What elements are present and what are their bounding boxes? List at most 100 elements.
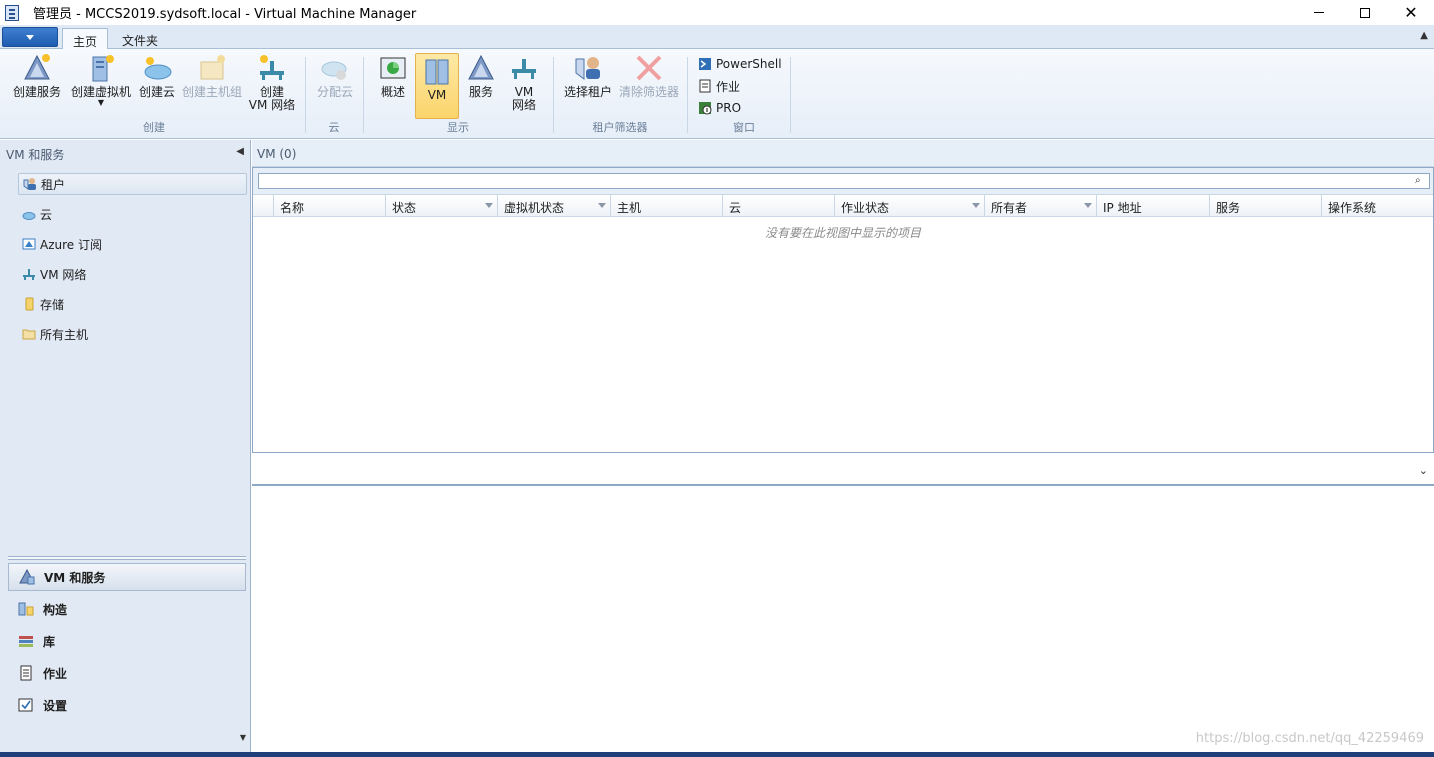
workspace-label: VM 和服务 bbox=[44, 570, 106, 585]
create-cloud-button[interactable]: 创建云 bbox=[136, 53, 178, 99]
create-vm-network-icon bbox=[256, 53, 288, 83]
application-menu-button[interactable] bbox=[2, 27, 58, 47]
create-service-icon bbox=[21, 53, 53, 83]
workspace-label: 设置 bbox=[43, 698, 68, 713]
ribbon-group-label: 云 bbox=[328, 121, 340, 134]
tree-item-all-hosts[interactable]: 所有主机 bbox=[18, 323, 247, 345]
column-label: 作业状态 bbox=[841, 201, 890, 215]
workspace-library[interactable]: 库 bbox=[8, 627, 246, 655]
chevron-down-icon bbox=[26, 34, 34, 40]
column-header-cloud[interactable]: 云 bbox=[723, 195, 835, 217]
vm-network-icon bbox=[508, 53, 540, 83]
assign-cloud-icon bbox=[319, 53, 351, 83]
vm-network-icon bbox=[22, 267, 36, 281]
ribbon-group-cloud: 分配云 云 bbox=[308, 51, 360, 137]
create-service-button[interactable]: 创建服务 bbox=[8, 53, 66, 99]
powershell-icon bbox=[698, 57, 712, 71]
ribbon-separator bbox=[687, 57, 688, 133]
jobs-window-label: 作业 bbox=[716, 79, 741, 94]
chevron-down-icon[interactable] bbox=[485, 203, 493, 208]
vm-icon bbox=[421, 56, 453, 86]
column-header-host[interactable]: 主机 bbox=[611, 195, 723, 217]
clear-filter-button[interactable]: 清除筛选器 bbox=[618, 53, 680, 99]
chevron-down-icon[interactable] bbox=[598, 203, 606, 208]
services-button[interactable]: 服务 bbox=[461, 53, 501, 99]
column-header-status[interactable]: 状态 bbox=[386, 195, 498, 217]
column-header-job-status[interactable]: 作业状态 bbox=[835, 195, 985, 217]
tree-item-cloud[interactable]: 云 bbox=[18, 203, 247, 225]
create-vm-network-button[interactable]: 创建 VM 网络 bbox=[246, 53, 298, 112]
column-header-name[interactable]: 名称 bbox=[274, 195, 386, 217]
jobs-window-button[interactable]: 作业 bbox=[698, 76, 740, 96]
ribbon-group-tenant-filter: 选择租户 清除筛选器 租户筛选器 bbox=[556, 51, 684, 137]
tree-item-storage[interactable]: 存储 bbox=[18, 293, 247, 315]
overview-button[interactable]: 概述 bbox=[372, 53, 414, 99]
vm-view-button[interactable]: VM bbox=[415, 53, 459, 119]
column-header-row: 名称 状态 虚拟机状态 主机 云 作业状态 所有者 IP 地址 服务 操作系统 bbox=[253, 194, 1433, 217]
pro-button[interactable]: PRO bbox=[698, 98, 741, 118]
scroll-down-icon[interactable]: ▼ bbox=[240, 733, 246, 742]
ribbon-group-window: PowerShell 作业 PRO 窗口 bbox=[698, 51, 790, 137]
chevron-down-icon[interactable] bbox=[1084, 203, 1092, 208]
column-label: IP 地址 bbox=[1103, 201, 1142, 215]
ribbon-separator bbox=[790, 57, 791, 133]
column-header-ip-address[interactable]: IP 地址 bbox=[1097, 195, 1210, 217]
tree-item-label: Azure 订阅 bbox=[40, 237, 102, 252]
column-label: 操作系统 bbox=[1328, 201, 1377, 215]
ribbon: 创建服务 创建虚拟机 ▼ 创建云 创建主机组 创建 VM 网络 创建 分配云 云… bbox=[0, 49, 1434, 139]
collapse-pane-icon[interactable]: ◀ bbox=[236, 146, 244, 157]
services-label: 服务 bbox=[468, 85, 493, 99]
tree-item-label: 所有主机 bbox=[40, 327, 89, 342]
workspace-settings[interactable]: 设置 bbox=[8, 691, 246, 719]
fabric-icon bbox=[18, 601, 34, 617]
ribbon-collapse-icon[interactable]: ▲ bbox=[1420, 30, 1428, 41]
ribbon-group-create: 创建服务 创建虚拟机 ▼ 创建云 创建主机组 创建 VM 网络 创建 bbox=[6, 51, 302, 137]
column-label: 名称 bbox=[280, 201, 305, 215]
ribbon-group-label: 显示 bbox=[447, 121, 469, 134]
column-header-os[interactable]: 操作系统 bbox=[1322, 195, 1433, 217]
tree-item-azure-subscription[interactable]: Azure 订阅 bbox=[18, 233, 247, 255]
title-bar: 管理员 - MCCS2019.sydsoft.local - Virtual M… bbox=[0, 0, 1434, 25]
powershell-button[interactable]: PowerShell bbox=[698, 54, 782, 74]
tree-item-label: 云 bbox=[40, 207, 53, 222]
clear-filter-icon bbox=[633, 53, 665, 83]
ribbon-group-label: 窗口 bbox=[733, 121, 755, 134]
close-button[interactable]: ✕ bbox=[1388, 0, 1434, 25]
search-icon[interactable]: ⌕ bbox=[1415, 175, 1425, 186]
column-header-owner[interactable]: 所有者 bbox=[985, 195, 1097, 217]
jobs-icon bbox=[698, 79, 712, 93]
expand-details-icon[interactable]: ⌄ bbox=[1419, 464, 1428, 477]
workspace-jobs[interactable]: 作业 bbox=[8, 659, 246, 687]
ribbon-separator bbox=[553, 57, 554, 133]
column-header-vm-status[interactable]: 虚拟机状态 bbox=[498, 195, 611, 217]
tree-item-vm-network[interactable]: VM 网络 bbox=[18, 263, 247, 285]
chevron-down-icon[interactable] bbox=[972, 203, 980, 208]
column-label: 服务 bbox=[1216, 201, 1241, 215]
select-tenant-button[interactable]: 选择租户 bbox=[560, 53, 616, 99]
create-vm-icon bbox=[85, 53, 117, 83]
vm-network-button[interactable]: VM 网络 bbox=[504, 53, 544, 112]
create-host-group-button[interactable]: 创建主机组 bbox=[180, 53, 244, 99]
assign-cloud-button[interactable]: 分配云 bbox=[312, 53, 358, 99]
column-header-service[interactable]: 服务 bbox=[1210, 195, 1322, 217]
column-header-icon[interactable] bbox=[253, 195, 274, 217]
ribbon-group-label: 创建 bbox=[143, 121, 165, 134]
chevron-down-icon: ▼ bbox=[97, 98, 105, 107]
storage-icon bbox=[22, 297, 36, 311]
create-vm-button[interactable]: 创建虚拟机 ▼ bbox=[68, 53, 134, 107]
maximize-button[interactable] bbox=[1342, 0, 1388, 25]
tab-home[interactable]: 主页 bbox=[62, 28, 109, 50]
workspace-vms-services[interactable]: VM 和服务 bbox=[8, 563, 246, 591]
create-host-group-label: 创建主机组 bbox=[181, 85, 242, 99]
library-icon bbox=[18, 633, 34, 649]
minimize-button[interactable] bbox=[1296, 0, 1342, 25]
ribbon-separator bbox=[305, 57, 306, 133]
tree-item-tenant[interactable]: 租户 bbox=[18, 173, 247, 195]
cloud-icon bbox=[22, 207, 36, 221]
workspace-fabric[interactable]: 构造 bbox=[8, 595, 246, 623]
search-input[interactable] bbox=[258, 173, 1430, 189]
pane-splitter[interactable] bbox=[8, 556, 246, 560]
details-pane-bar: ⌄ bbox=[252, 458, 1434, 486]
create-cloud-icon bbox=[141, 53, 173, 83]
tab-folder[interactable]: 文件夹 bbox=[112, 28, 168, 50]
